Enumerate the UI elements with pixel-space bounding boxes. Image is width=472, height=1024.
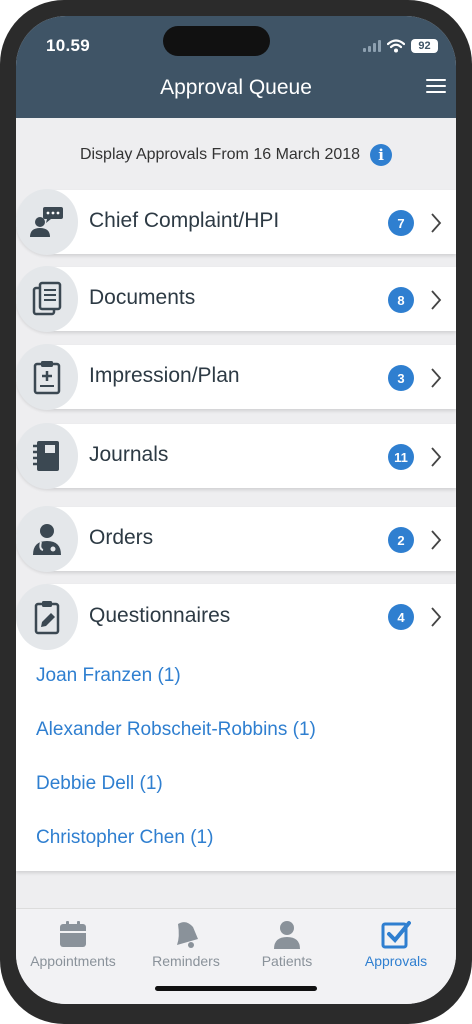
count-badge: 7 — [388, 210, 414, 236]
bell-icon — [177, 922, 198, 948]
category-journals[interactable]: Journals 11 — [16, 423, 456, 489]
app-screen: 10.59 92 Approval Queue Display Approval… — [16, 16, 456, 1004]
documents-icon — [16, 266, 78, 332]
tab-patients[interactable]: Patients — [232, 919, 342, 969]
count-badge: 3 — [388, 365, 414, 391]
questionnaire-person-link[interactable]: Debbie Dell (1) — [36, 773, 163, 795]
wifi-icon — [387, 39, 405, 53]
tab-label: Approvals — [364, 953, 428, 969]
category-label: Questionnaires — [89, 604, 231, 627]
home-indicator[interactable] — [155, 986, 317, 991]
count-badge: 11 — [388, 444, 414, 470]
doctor-icon — [16, 506, 78, 572]
count-badge: 2 — [388, 527, 414, 553]
category-label: Impression/Plan — [89, 364, 240, 387]
count-badge: 4 — [388, 604, 414, 630]
count-badge: 8 — [388, 287, 414, 313]
phone-frame: 10.59 92 Approval Queue Display Approval… — [0, 0, 472, 1024]
category-orders[interactable]: Orders 2 — [16, 506, 456, 572]
chevron-right-icon — [431, 447, 442, 467]
tab-label: Reminders — [152, 953, 220, 969]
calendar-icon — [60, 921, 86, 947]
category-questionnaires[interactable]: Questionnaires 4 — [16, 584, 456, 650]
category-label: Documents — [89, 286, 196, 309]
chat-person-icon — [16, 189, 78, 255]
tab-approvals[interactable]: Approvals — [341, 919, 451, 969]
tab-appointments[interactable]: Appointments — [18, 919, 128, 969]
category-documents[interactable]: Documents 8 — [16, 266, 456, 332]
tab-label: Appointments — [30, 953, 116, 969]
chevron-right-icon — [431, 530, 442, 550]
status-time: 10.59 — [46, 36, 91, 55]
person-icon — [274, 921, 300, 949]
chevron-right-icon — [431, 607, 442, 627]
battery-indicator: 92 — [411, 39, 438, 53]
checkbox-icon — [381, 921, 411, 949]
category-chief-complaint[interactable]: Chief Complaint/HPI 7 — [16, 189, 456, 255]
journal-icon — [16, 423, 78, 489]
header-bar: 10.59 92 Approval Queue — [16, 16, 456, 118]
camera-notch — [163, 26, 270, 56]
signal-icon — [363, 40, 381, 52]
category-label: Orders — [89, 526, 154, 549]
info-icon[interactable]: i — [370, 144, 393, 166]
chevron-right-icon — [431, 368, 442, 388]
questionnaire-person-link[interactable]: Christopher Chen (1) — [36, 827, 213, 849]
clipboard-edit-icon — [16, 584, 78, 650]
questionnaire-person-link[interactable]: Alexander Robscheit-Robbins (1) — [36, 719, 316, 741]
hamburger-menu-icon[interactable] — [426, 79, 446, 95]
questionnaires-section: Questionnaires 4 Joan Franzen (1) Alexan… — [16, 584, 456, 871]
page-title: Approval Queue — [160, 76, 312, 99]
tab-reminders[interactable]: Reminders — [131, 919, 241, 969]
date-filter-text: Display Approvals From 16 March 2018 — [79, 146, 361, 163]
date-filter[interactable]: Display Approvals From 16 March 2018 i — [16, 142, 456, 168]
chevron-right-icon — [431, 290, 442, 310]
chevron-right-icon — [431, 213, 442, 233]
status-icons: 92 — [363, 38, 438, 54]
category-impression-plan[interactable]: Impression/Plan 3 — [16, 344, 456, 410]
clipboard-plus-icon — [16, 344, 78, 410]
tab-label: Patients — [261, 953, 313, 969]
questionnaire-person-link[interactable]: Joan Franzen (1) — [36, 665, 181, 687]
category-label: Journals — [89, 443, 169, 466]
category-label: Chief Complaint/HPI — [89, 209, 280, 232]
